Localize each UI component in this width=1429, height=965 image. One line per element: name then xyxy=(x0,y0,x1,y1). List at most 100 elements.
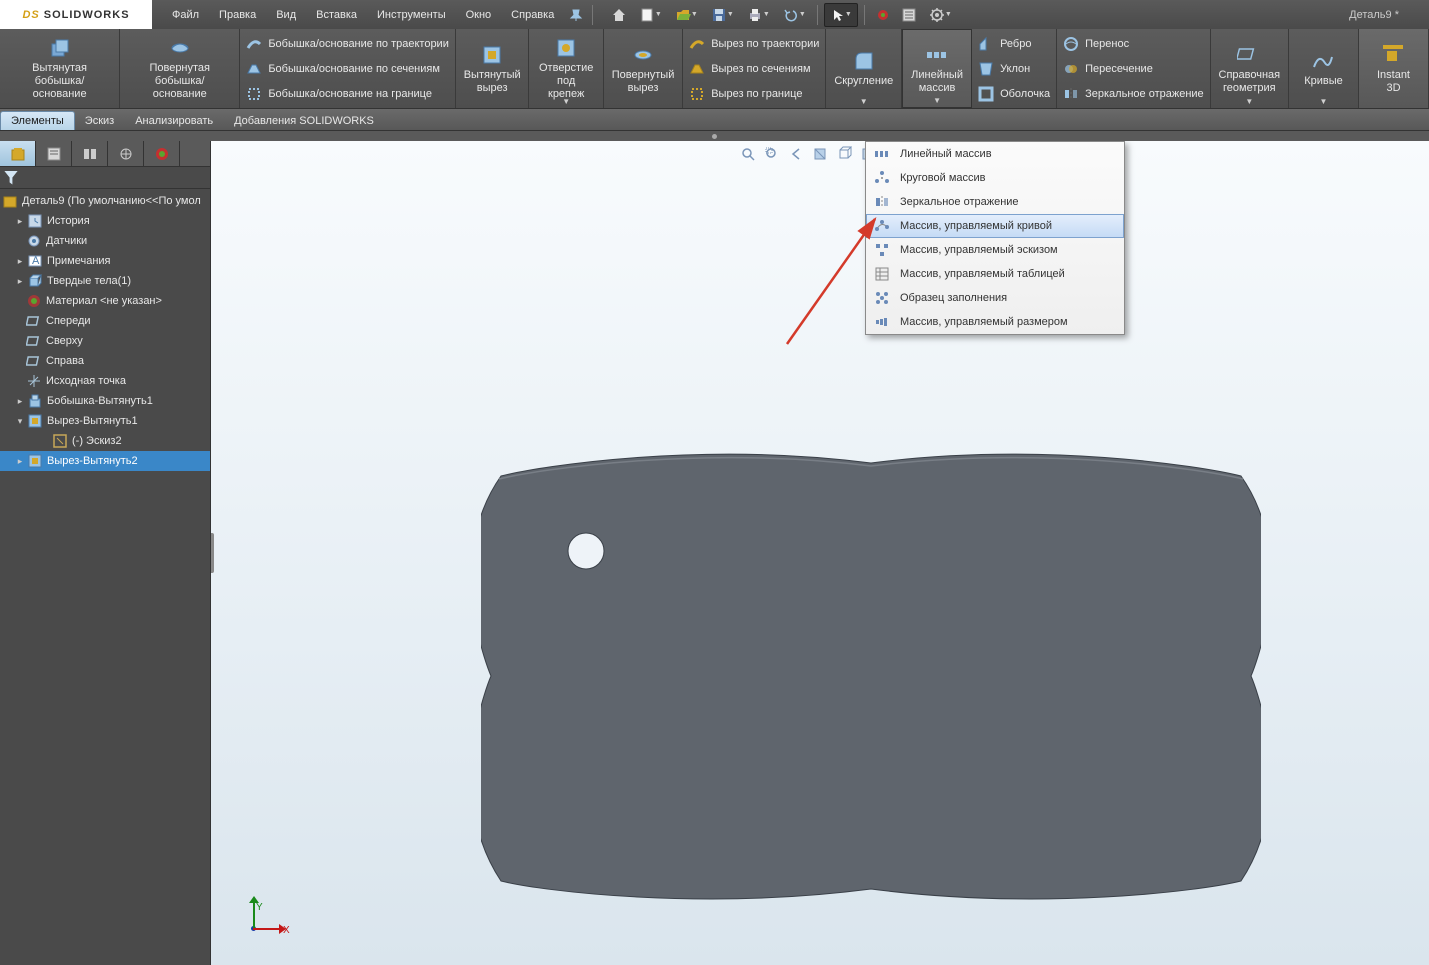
menu-window[interactable]: Окно xyxy=(456,0,502,29)
tree-item-4[interactable]: Материал <не указан> xyxy=(0,291,210,311)
save-icon[interactable]: ▼ xyxy=(705,3,739,27)
menu-file[interactable]: Файл xyxy=(162,0,209,29)
pin-icon[interactable] xyxy=(564,3,588,27)
dropdown-item-5[interactable]: Массив, управляемый таблицей xyxy=(866,262,1124,286)
tab-features[interactable]: Элементы xyxy=(0,111,75,130)
draft-button[interactable]: Уклон xyxy=(978,59,1050,79)
document-title: Деталь9 * xyxy=(1349,9,1399,21)
display-manager-tab[interactable] xyxy=(144,141,180,166)
panel-grip[interactable] xyxy=(0,131,1429,141)
pattern-dropdown-menu: Линейный массивКруговой массивЗеркальное… xyxy=(865,141,1125,335)
fillet-button[interactable]: Скругление ▼ xyxy=(826,29,902,108)
tree-item-7[interactable]: Справа xyxy=(0,351,210,371)
dropdown-item-2[interactable]: Зеркальное отражение xyxy=(866,190,1124,214)
feature-manager-tab[interactable] xyxy=(0,141,36,166)
menu-edit[interactable]: Правка xyxy=(209,0,266,29)
menu-help[interactable]: Справка xyxy=(501,0,564,29)
manager-tabs: ◄► xyxy=(0,141,210,167)
menu-insert[interactable]: Вставка xyxy=(306,0,367,29)
part-model[interactable] xyxy=(481,451,1261,901)
dropdown-item-3[interactable]: Массив, управляемый кривой xyxy=(866,214,1124,238)
splitter-handle[interactable] xyxy=(211,533,214,573)
features-group-1: Ребро Уклон Оболочка xyxy=(972,29,1057,108)
revolved-cut-button[interactable]: Повернутый вырез xyxy=(604,29,683,108)
tree-item-8[interactable]: Исходная точка xyxy=(0,371,210,391)
tab-sketch[interactable]: Эскиз xyxy=(74,111,125,130)
feature-tree: Деталь9 (По умолчанию<<По умол ▸ИсторияД… xyxy=(0,189,210,965)
tree-item-2[interactable]: ▸AПримечания xyxy=(0,251,210,271)
tree-item-12[interactable]: ▸Вырез-Вытянуть2 xyxy=(0,451,210,471)
new-icon[interactable]: ▼ xyxy=(633,3,667,27)
tree-root[interactable]: Деталь9 (По умолчанию<<По умол xyxy=(0,191,210,211)
dimxpert-tab[interactable] xyxy=(108,141,144,166)
dropdown-item-0[interactable]: Линейный массив xyxy=(866,142,1124,166)
tree-item-6[interactable]: Сверху xyxy=(0,331,210,351)
rebuild-icon[interactable] xyxy=(871,3,895,27)
tree-item-5[interactable]: Спереди xyxy=(0,311,210,331)
tree-item-3[interactable]: ▸Твердые тела(1) xyxy=(0,271,210,291)
extruded-cut-button[interactable]: Вытянутый вырез xyxy=(456,29,530,108)
quick-access-toolbar: ▼ ▼ ▼ ▼ ▼ ▼ ▼ xyxy=(607,0,957,29)
zoom-fit-icon[interactable] xyxy=(737,143,759,165)
config-manager-tab[interactable] xyxy=(72,141,108,166)
svg-text:A: A xyxy=(32,255,40,267)
curves-button[interactable]: Кривые ▼ xyxy=(1289,29,1359,108)
extruded-boss-button[interactable]: Вытянутая бобышка/основание xyxy=(0,29,120,108)
cut-advanced-group: Вырез по траектории Вырез по сечениям Вы… xyxy=(683,29,826,108)
instant3d-button[interactable]: Instant 3D xyxy=(1359,29,1429,108)
linear-pattern-button[interactable]: Линейный массив ▼ xyxy=(902,29,972,108)
main-area: ◄► Деталь9 (По умолчанию<<По умол ▸Истор… xyxy=(0,141,1429,965)
lofted-boss-button[interactable]: Бобышка/основание по сечениям xyxy=(246,59,449,79)
dropdown-item-1[interactable]: Круговой массив xyxy=(866,166,1124,190)
shell-button[interactable]: Оболочка xyxy=(978,84,1050,104)
boss-advanced-group: Бобышка/основание по траектории Бобышка/… xyxy=(240,29,456,108)
solidworks-logo: DSSOLIDWORKS xyxy=(0,0,152,29)
boundary-boss-button[interactable]: Бобышка/основание на границе xyxy=(246,84,449,104)
tab-addins[interactable]: Добавления SOLIDWORKS xyxy=(223,111,385,130)
command-manager-tabs: Элементы Эскиз Анализировать Добавления … xyxy=(0,109,1429,131)
wrap-button[interactable]: Перенос xyxy=(1063,34,1204,54)
dropdown-item-7[interactable]: Массив, управляемый размером xyxy=(866,310,1124,334)
revolved-boss-button[interactable]: Повернутая бобышка/основание xyxy=(120,29,240,108)
home-icon[interactable] xyxy=(607,3,631,27)
select-icon[interactable]: ▼ xyxy=(824,3,858,27)
tree-filter[interactable] xyxy=(0,167,210,189)
section-view-icon[interactable] xyxy=(809,143,831,165)
menu-items: Файл Правка Вид Вставка Инструменты Окно… xyxy=(162,0,588,29)
dropdown-item-6[interactable]: Образец заполнения xyxy=(866,286,1124,310)
feature-manager-panel: ◄► Деталь9 (По умолчанию<<По умол ▸Истор… xyxy=(0,141,211,965)
tree-item-0[interactable]: ▸История xyxy=(0,211,210,231)
settings-icon[interactable]: ▼ xyxy=(923,3,957,27)
tree-item-11[interactable]: (-) Эскиз2 xyxy=(0,431,210,451)
ribbon: Вытянутая бобышка/основание Повернутая б… xyxy=(0,29,1429,109)
filter-icon xyxy=(4,171,18,185)
options-icon[interactable] xyxy=(897,3,921,27)
dropdown-item-4[interactable]: Массив, управляемый эскизом xyxy=(866,238,1124,262)
view-orient-icon[interactable] xyxy=(833,143,855,165)
menu-view[interactable]: Вид xyxy=(266,0,306,29)
intersect-button[interactable]: Пересечение xyxy=(1063,59,1204,79)
undo-icon[interactable]: ▼ xyxy=(777,3,811,27)
rib-button[interactable]: Ребро xyxy=(978,34,1050,54)
tab-evaluate[interactable]: Анализировать xyxy=(124,111,224,130)
lofted-cut-button[interactable]: Вырез по сечениям xyxy=(689,59,819,79)
boundary-cut-button[interactable]: Вырез по границе xyxy=(689,84,819,104)
property-manager-tab[interactable] xyxy=(36,141,72,166)
tree-item-1[interactable]: Датчики xyxy=(0,231,210,251)
features-group-2: Перенос Пересечение Зеркальное отражение xyxy=(1057,29,1211,108)
zoom-area-icon[interactable] xyxy=(761,143,783,165)
prev-view-icon[interactable] xyxy=(785,143,807,165)
swept-boss-button[interactable]: Бобышка/основание по траектории xyxy=(246,34,449,54)
hole-wizard-button[interactable]: Отверстие под крепеж ▼ xyxy=(529,29,603,108)
tree-item-10[interactable]: ▾Вырез-Вытянуть1 xyxy=(0,411,210,431)
graphics-viewport[interactable]: Линейный массивКруговой массивЗеркальное… xyxy=(211,141,1429,965)
ref-geom-button[interactable]: Справочная геометрия ▼ xyxy=(1211,29,1289,108)
open-icon[interactable]: ▼ xyxy=(669,3,703,27)
tree-item-9[interactable]: ▸Бобышка-Вытянуть1 xyxy=(0,391,210,411)
swept-cut-button[interactable]: Вырез по траектории xyxy=(689,34,819,54)
axis-triad: Y X xyxy=(241,900,291,950)
mirror-button[interactable]: Зеркальное отражение xyxy=(1063,84,1204,104)
top-menubar: DSSOLIDWORKS Файл Правка Вид Вставка Инс… xyxy=(0,0,1429,29)
menu-tools[interactable]: Инструменты xyxy=(367,0,456,29)
print-icon[interactable]: ▼ xyxy=(741,3,775,27)
